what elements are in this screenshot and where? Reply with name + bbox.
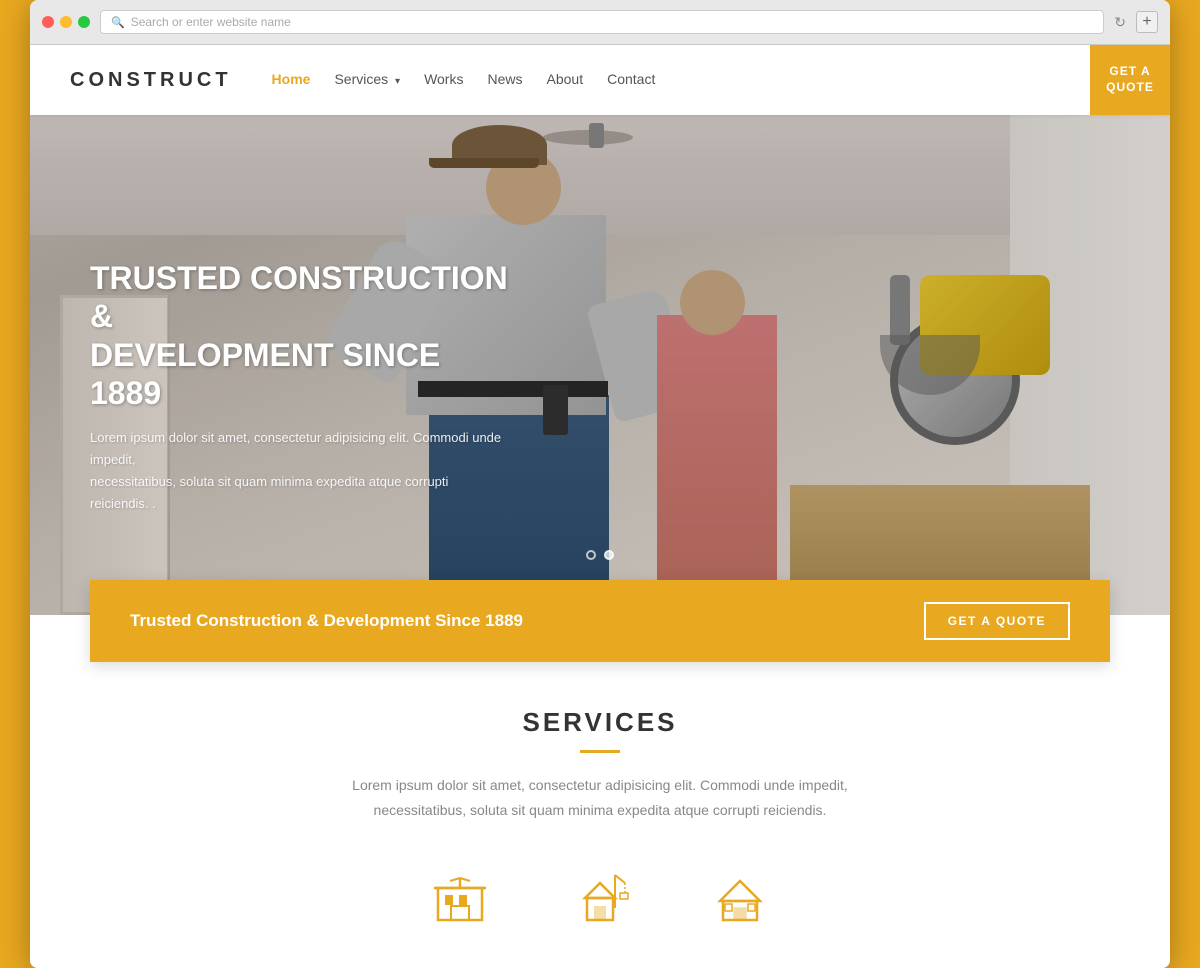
hero-section: TRUSTED CONSTRUCTION &DEVELOPMENT SINCE … bbox=[30, 115, 1170, 615]
traffic-lights bbox=[42, 16, 90, 28]
reload-icon[interactable]: ↻ bbox=[1114, 14, 1126, 31]
nav-item-works[interactable]: Works bbox=[424, 71, 463, 89]
search-icon: 🔍 bbox=[111, 16, 125, 29]
nav-link-home[interactable]: Home bbox=[272, 71, 311, 87]
services-section: SERVICES Lorem ipsum dolor sit amet, con… bbox=[30, 677, 1170, 968]
home-roof-icon bbox=[710, 873, 770, 928]
house-construction-icon bbox=[570, 873, 630, 928]
nav-item-contact[interactable]: Contact bbox=[607, 71, 655, 89]
hero-subtitle: Lorem ipsum dolor sit amet, consectetur … bbox=[90, 427, 510, 515]
slider-dot-2[interactable] bbox=[604, 550, 614, 560]
section-divider bbox=[580, 750, 620, 753]
hero-title: TRUSTED CONSTRUCTION &DEVELOPMENT SINCE … bbox=[90, 259, 510, 413]
slider-dot-1[interactable] bbox=[586, 550, 596, 560]
nav-link-works[interactable]: Works bbox=[424, 71, 463, 87]
nav-links: Home Services ▾ Works News About Contact bbox=[272, 71, 1090, 89]
minimize-button[interactable] bbox=[60, 16, 72, 28]
services-description: Lorem ipsum dolor sit amet, consectetur … bbox=[350, 773, 850, 823]
cta-banner: Trusted Construction & Development Since… bbox=[90, 580, 1110, 662]
service-item-3 bbox=[710, 873, 770, 928]
service-item-2 bbox=[570, 873, 630, 928]
address-bar[interactable]: 🔍 Search or enter website name bbox=[100, 10, 1104, 34]
browser-window: 🔍 Search or enter website name ↻ + CONST… bbox=[30, 0, 1170, 968]
slider-dots bbox=[586, 550, 614, 560]
nav-link-services[interactable]: Services ▾ bbox=[334, 71, 400, 87]
browser-chrome: 🔍 Search or enter website name ↻ + bbox=[30, 0, 1170, 45]
nav-link-about[interactable]: About bbox=[547, 71, 584, 87]
nav-item-services[interactable]: Services ▾ bbox=[334, 71, 400, 89]
nav-item-news[interactable]: News bbox=[487, 71, 522, 89]
nav-item-home[interactable]: Home bbox=[272, 71, 311, 89]
new-tab-button[interactable]: + bbox=[1136, 11, 1158, 33]
nav-link-contact[interactable]: Contact bbox=[607, 71, 655, 87]
close-button[interactable] bbox=[42, 16, 54, 28]
hero-content: TRUSTED CONSTRUCTION &DEVELOPMENT SINCE … bbox=[90, 259, 510, 515]
nav-link-news[interactable]: News bbox=[487, 71, 522, 87]
service-item-1 bbox=[430, 873, 490, 928]
site-logo[interactable]: CONSTRUCT bbox=[70, 69, 232, 92]
website-content: CONSTRUCT Home Services ▾ Works News Abo… bbox=[30, 45, 1170, 968]
banner-text: Trusted Construction & Development Since… bbox=[130, 611, 523, 631]
services-icons-row bbox=[90, 863, 1110, 928]
banner-cta-button[interactable]: GET A QUOTE bbox=[924, 602, 1070, 640]
navbar: CONSTRUCT Home Services ▾ Works News Abo… bbox=[30, 45, 1170, 115]
construction-icon bbox=[430, 873, 490, 928]
services-title: SERVICES bbox=[90, 707, 1110, 738]
maximize-button[interactable] bbox=[78, 16, 90, 28]
address-text: Search or enter website name bbox=[131, 15, 291, 29]
chevron-down-icon: ▾ bbox=[395, 76, 400, 87]
get-quote-nav-button[interactable]: GET AQUOTE bbox=[1090, 45, 1170, 115]
nav-item-about[interactable]: About bbox=[547, 71, 584, 89]
